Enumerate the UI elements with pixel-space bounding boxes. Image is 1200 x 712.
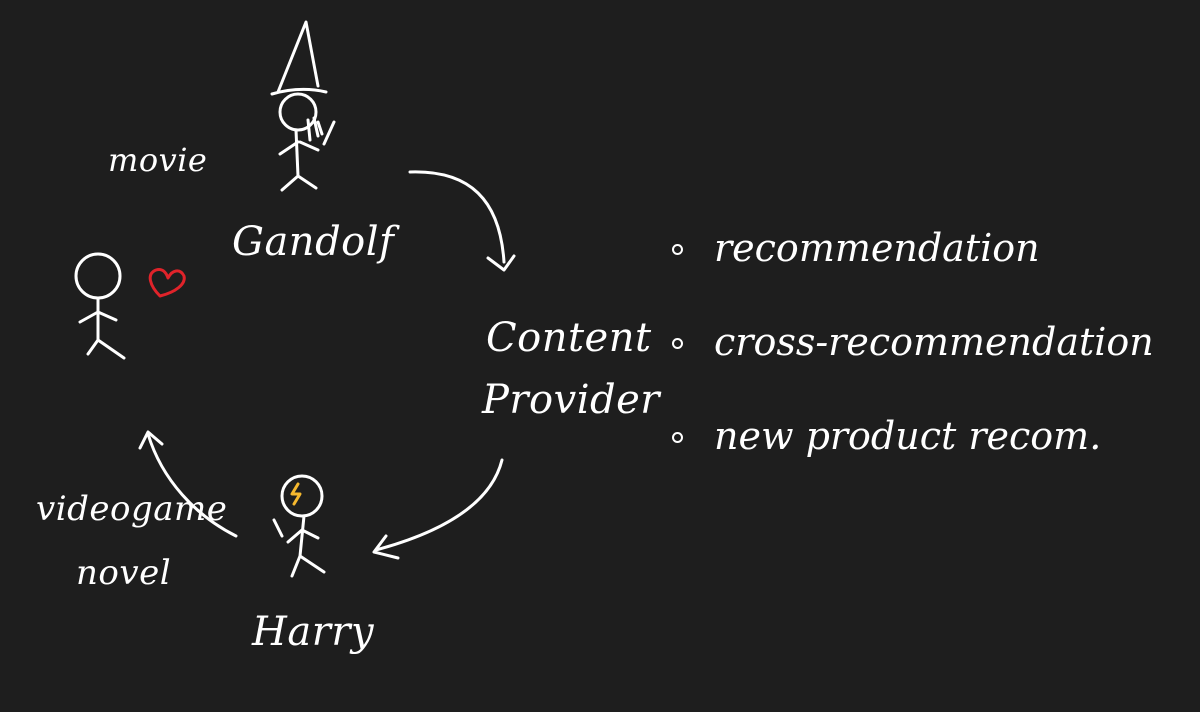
bullet-dot-icon [672, 432, 683, 443]
list-item: new product recom. [672, 414, 1182, 508]
gandolf-head [278, 92, 318, 132]
wizard-hat-icon [270, 20, 328, 96]
arrow-provider-to-harry [372, 458, 504, 560]
list-item-text: cross-recommendation [714, 320, 1154, 364]
recommendation-list: recommendation cross-recommendation new … [672, 226, 1182, 508]
gandolf-staff [322, 120, 336, 146]
user-head [74, 252, 122, 300]
label-novel: novel [76, 553, 172, 593]
label-videogame: videogame [36, 489, 228, 529]
lightning-icon [290, 482, 302, 506]
harry-head [280, 474, 324, 518]
label-harry: Harry [252, 609, 375, 655]
label-provider: Provider [482, 377, 660, 423]
arrowhead-icon [486, 254, 516, 272]
harry-body [272, 514, 326, 578]
whiteboard-canvas: movie Gandolf Content Provider videogame… [0, 0, 1200, 712]
bullet-dot-icon [672, 244, 683, 255]
gandolf-figure [270, 20, 336, 192]
user-body [78, 296, 126, 360]
list-item-text: new product recom. [714, 414, 1102, 458]
gandolf-beard [306, 116, 324, 142]
harry-figure [272, 474, 326, 578]
list-item: cross-recommendation [672, 320, 1182, 414]
label-gandolf: Gandolf [232, 219, 395, 265]
arrow-gandolf-to-provider [408, 170, 516, 272]
list-item-text: recommendation [714, 226, 1040, 270]
list-item: recommendation [672, 226, 1182, 320]
label-movie: movie [108, 141, 208, 179]
label-content: Content [486, 315, 652, 361]
gandolf-body [278, 128, 320, 192]
user-figure [74, 252, 126, 360]
heart-icon [148, 268, 186, 298]
bullet-dot-icon [672, 338, 683, 349]
